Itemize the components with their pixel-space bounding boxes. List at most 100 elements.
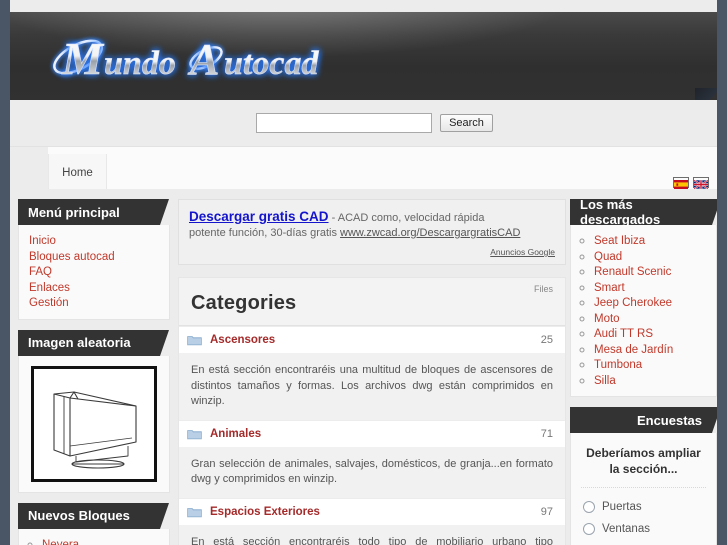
module-new-blocks: Nuevos Bloques Nevera (Bloques de Cocina… [18,502,170,545]
main-navigation: Home [10,146,717,191]
module-body-main-menu: Inicio Bloques autocad FAQ Enlaces Gesti… [18,225,170,320]
download-item-smart[interactable]: Smart [594,282,625,294]
category-row[interactable]: Animales 71 [179,419,565,447]
search-input[interactable] [256,113,433,133]
random-image-frame[interactable] [31,365,157,482]
radio-icon[interactable] [583,523,595,535]
category-row[interactable]: Espacios Exteriores 97 [179,497,565,525]
list-item: Mesa de Jardín [594,342,706,358]
list-item: Audi TT RS [594,326,706,342]
sidebar-left: Menú principal Inicio Bloques autocad FA… [18,199,170,545]
folder-icon [187,428,202,440]
spanish-flag-icon[interactable] [673,177,689,189]
list-item: Smart [594,280,706,296]
menu-item-enlaces[interactable]: Enlaces [29,282,70,294]
poll-option-label: Ventanas [602,523,650,535]
monitor-cad-drawing-icon [53,390,137,469]
list-item: Tumbona [594,357,706,373]
sidebar-right: Los más descargados Seat Ibiza Quad Rena… [570,197,717,545]
category-name-espacios-exteriores[interactable]: Espacios Exteriores [210,506,533,518]
poll-option-label: Puertas [602,501,642,513]
list-item: Nevera (Bloques de Cocina) [42,537,159,545]
ad-provider-label[interactable]: Anuncios Google [189,245,555,260]
menu-item-inicio[interactable]: Inicio [29,235,56,247]
folder-icon [187,334,202,346]
menu-item-faq[interactable]: FAQ [29,266,52,278]
poll-option-puertas[interactable]: Puertas [581,496,706,518]
list-item: Renault Scenic [594,264,706,280]
ad-url-link[interactable]: www.zwcad.org/DescargargratisCAD [340,227,520,239]
radio-icon[interactable] [583,501,595,513]
module-body-random-image [18,355,170,493]
main-content: Descargar gratis CAD - ACAD como, veloci… [178,199,566,545]
ad-line-1: Descargar gratis CAD - ACAD como, veloci… [189,209,555,226]
list-item: Inicio [29,233,159,249]
svg-text:undo: undo [104,45,176,82]
module-body-poll: Deberíamos ampliar la sección... Puertas… [570,433,717,545]
ad-line-2: potente función, 30-días gratis www.zwca… [189,226,555,241]
category-description: En está sección encontraréis todo tipo d… [179,524,565,545]
list-item: Silla [594,373,706,389]
new-blocks-list: Nevera (Bloques de Cocina) Nevera (Bloqu… [29,537,159,545]
list-item: Quad [594,249,706,265]
module-most-downloaded: Los más descargados Seat Ibiza Quad Rena… [570,197,717,397]
module-title-poll: Encuestas [570,407,717,433]
files-column-label: Files [533,284,553,294]
divider [581,487,706,488]
menu-item-bloques-autocad[interactable]: Bloques autocad [29,251,115,263]
category-name-animales[interactable]: Animales [210,428,533,440]
site-shell: M undo A utocad Search Home Menú princip… [10,0,717,545]
page-title: Categories [191,292,297,314]
download-item-moto[interactable]: Moto [594,313,620,325]
category-count: 97 [540,505,553,518]
nav-tabs: Home [48,154,107,191]
list-item: FAQ [29,264,159,280]
list-item: Bloques autocad [29,249,159,265]
new-block-link[interactable]: Nevera [42,539,79,545]
language-switcher [673,177,709,190]
category-name-ascensores[interactable]: Ascensores [210,334,533,346]
ad-text-1: - ACAD como, velocidad rápida [328,212,485,224]
menu-item-gestion[interactable]: Gestión [29,297,69,309]
svg-text:M: M [61,33,105,84]
site-header: M undo A utocad [10,12,717,100]
category-description: Gran selección de animales, salvajes, do… [179,446,565,498]
site-logo[interactable]: M undo A utocad [38,30,368,86]
download-item-jeep-cherokee[interactable]: Jeep Cherokee [594,297,672,309]
download-item-audi-tt-rs[interactable]: Audi TT RS [594,328,653,340]
list-item: Moto [594,311,706,327]
module-title-main-menu: Menú principal [18,199,169,225]
module-main-menu: Menú principal Inicio Bloques autocad FA… [18,199,170,320]
folder-icon [187,506,202,518]
module-body-most-downloaded: Seat Ibiza Quad Renault Scenic Smart Jee… [570,225,717,397]
tab-home[interactable]: Home [48,154,107,191]
poll-option-detalles[interactable]: Detalles [581,540,706,545]
google-ad-banner: Descargar gratis CAD - ACAD como, veloci… [178,199,566,265]
module-title-random-image: Imagen aleatoria [18,329,169,356]
categories-header: Files Categories [179,278,565,326]
download-item-silla[interactable]: Silla [594,375,616,387]
poll-option-ventanas[interactable]: Ventanas [581,518,706,540]
poll-question: Deberíamos ampliar la sección... [586,446,701,476]
download-item-quad[interactable]: Quad [594,251,622,263]
search-button[interactable]: Search [440,114,493,132]
category-count: 71 [540,427,553,440]
category-row[interactable]: Ascensores 25 [179,326,565,353]
categories-panel: Files Categories Ascensores 25 En está s… [178,277,566,545]
list-item: Gestión [29,295,159,311]
download-item-renault-scenic[interactable]: Renault Scenic [594,266,671,278]
ad-title-link[interactable]: Descargar gratis CAD [189,209,329,224]
download-item-mesa-de-jardin[interactable]: Mesa de Jardín [594,344,673,356]
download-item-seat-ibiza[interactable]: Seat Ibiza [594,235,645,247]
module-poll: Encuestas Deberíamos ampliar la sección.… [570,407,717,545]
main-menu-list: Inicio Bloques autocad FAQ Enlaces Gesti… [29,233,159,311]
module-random-image: Imagen aleatoria [18,329,170,493]
module-body-new-blocks: Nevera (Bloques de Cocina) Nevera (Bloqu… [18,528,170,545]
top-strip [10,0,717,12]
most-downloaded-list: Seat Ibiza Quad Renault Scenic Smart Jee… [581,233,706,388]
list-item: Jeep Cherokee [594,295,706,311]
download-item-tumbona[interactable]: Tumbona [594,359,642,371]
module-title-most-downloaded: Los más descargados [570,197,717,227]
english-flag-icon[interactable] [693,177,709,190]
module-title-new-blocks: Nuevos Bloques [18,502,169,529]
